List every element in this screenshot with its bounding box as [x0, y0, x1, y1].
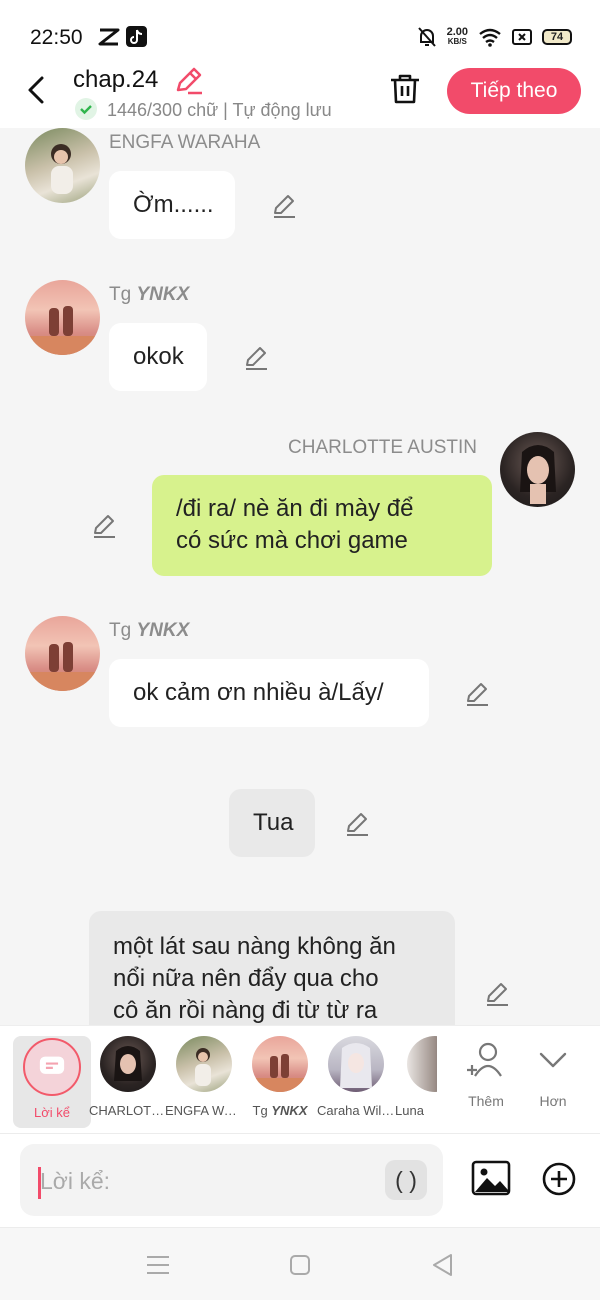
avatar-tg-ynkx[interactable] — [25, 280, 100, 355]
character-label: Luna — [395, 1103, 424, 1118]
autosave-check-icon — [75, 98, 97, 120]
sender-name-prefix: Tg — [109, 620, 132, 641]
edit-message-icon[interactable] — [343, 810, 371, 838]
speed-value: 2.00 — [446, 26, 468, 38]
narration-icon — [23, 1038, 81, 1096]
message-bubble[interactable]: okok — [109, 323, 207, 391]
narration-bubble[interactable]: một lát sau nàng không ăn nổi nữa nên đẩ… — [89, 911, 455, 1025]
input-placeholder: Lời kể: — [40, 1168, 111, 1194]
wifi-icon — [479, 28, 501, 47]
word-count-status: 1446/300 chữ | Tự động lưu — [107, 100, 332, 120]
edit-message-icon[interactable] — [463, 680, 491, 708]
avatar-tg-ynkx[interactable] — [25, 616, 100, 691]
character-avatar — [407, 1036, 437, 1092]
chat-area: ENGFA WARAHA Ờm...... Tg YNKX okok CHARL… — [0, 128, 600, 1025]
battery-indicator: 74 — [542, 29, 572, 45]
sender-name-italic: YNKX — [136, 284, 190, 305]
expand-label: Hơn — [539, 1093, 567, 1109]
sender-name: CHARLOTTE AUSTIN — [288, 437, 477, 458]
character-tg-ynkx[interactable]: Tg YNKX — [241, 1036, 319, 1128]
edit-message-icon[interactable] — [90, 512, 118, 540]
character-avatar — [328, 1036, 384, 1092]
sender-name: Tg YNKX — [109, 620, 189, 642]
trash-icon[interactable] — [388, 72, 422, 106]
back-icon[interactable] — [22, 72, 52, 108]
avatar-charlotte[interactable] — [500, 432, 575, 507]
status-time: 22:50 — [30, 26, 83, 49]
menu-icon[interactable] — [145, 1252, 171, 1278]
chapter-title: chap.24 — [73, 66, 159, 93]
edit-title-icon[interactable] — [174, 65, 204, 95]
avatar-engfa[interactable] — [25, 128, 100, 203]
add-person-icon — [467, 1042, 502, 1077]
character-label: Caraha Williams — [317, 1103, 395, 1118]
screen-icon — [512, 29, 532, 45]
character-caraha[interactable]: Caraha Williams — [317, 1036, 395, 1128]
message-line: cô ăn rồi nàng đi từ từ ra — [113, 997, 378, 1024]
character-label: Tg YNKX — [241, 1103, 319, 1118]
character-label: ENGFA WARAHA — [165, 1103, 243, 1118]
system-nav-bar — [0, 1227, 600, 1300]
message-line: một lát sau nàng không ăn — [113, 933, 396, 960]
character-luna[interactable]: Luna — [393, 1036, 437, 1128]
status-icons: 2.00 KB/S 74 — [417, 24, 572, 50]
home-icon[interactable] — [287, 1252, 313, 1278]
image-icon[interactable] — [471, 1160, 511, 1196]
more-label: Thêm — [468, 1093, 504, 1109]
message-line: có sức mà chơi game — [176, 527, 408, 554]
character-narrator[interactable]: Lời kể — [13, 1036, 91, 1128]
character-label-prefix: Tg — [252, 1103, 268, 1118]
bell-off-icon — [417, 27, 436, 47]
message-bubble[interactable]: /đi ra/ nè ăn đi mày để có sức mà chơi g… — [152, 475, 492, 576]
edit-message-icon[interactable] — [242, 344, 270, 372]
character-label: Lời kể — [34, 1105, 70, 1120]
expand-button[interactable]: Hơn — [523, 1040, 583, 1109]
character-avatar — [100, 1036, 156, 1092]
status-bar: 22:50 2.00 KB/S 74 — [0, 0, 600, 62]
character-avatar — [252, 1036, 308, 1092]
edit-message-icon[interactable] — [270, 192, 298, 220]
character-charlotte[interactable]: CHARLOTTE AUSTIN — [89, 1036, 167, 1128]
sender-name: Tg YNKX — [109, 284, 189, 306]
sender-name: ENGFA WARAHA — [109, 132, 261, 153]
character-label: CHARLOTTE AUSTIN — [89, 1103, 167, 1118]
speed-unit: KB/S — [447, 37, 467, 46]
capcut-icon — [98, 28, 120, 46]
sender-name-prefix: Tg — [109, 284, 132, 305]
editor-header: chap.24 1446/300 chữ | Tự động lưu Tiếp … — [0, 62, 600, 128]
character-avatar — [176, 1036, 232, 1092]
character-label-italic: YNKX — [271, 1103, 308, 1118]
compose-bar: Lời kể: ( ) — [0, 1133, 600, 1227]
message-line: /đi ra/ nè ăn đi mày để — [176, 495, 414, 522]
scene-marker-bubble[interactable]: Tua — [229, 789, 315, 857]
add-icon[interactable] — [542, 1162, 576, 1196]
message-line: nổi nữa nên đẩy qua cho — [113, 965, 379, 992]
chevron-down-icon — [539, 1052, 567, 1068]
network-speed: 2.00 KB/S — [447, 27, 468, 47]
character-engfa[interactable]: ENGFA WARAHA — [165, 1036, 243, 1128]
edit-message-icon[interactable] — [483, 980, 511, 1008]
message-bubble[interactable]: ok cảm ơn nhiều à/Lấy/ — [109, 659, 429, 727]
back-nav-icon[interactable] — [430, 1252, 456, 1278]
character-selector: Lời kể CHARLOTTE AUSTIN ENGFA WARAHA Tg … — [0, 1025, 600, 1133]
sender-name-italic: YNKX — [136, 620, 190, 641]
add-character-button[interactable]: Thêm — [456, 1040, 516, 1109]
action-parentheses-button[interactable]: ( ) — [385, 1160, 427, 1200]
tiktok-icon — [126, 26, 147, 47]
next-button[interactable]: Tiếp theo — [447, 68, 581, 114]
message-bubble[interactable]: Ờm...... — [109, 171, 235, 239]
message-input[interactable]: Lời kể: ( ) — [20, 1144, 443, 1216]
